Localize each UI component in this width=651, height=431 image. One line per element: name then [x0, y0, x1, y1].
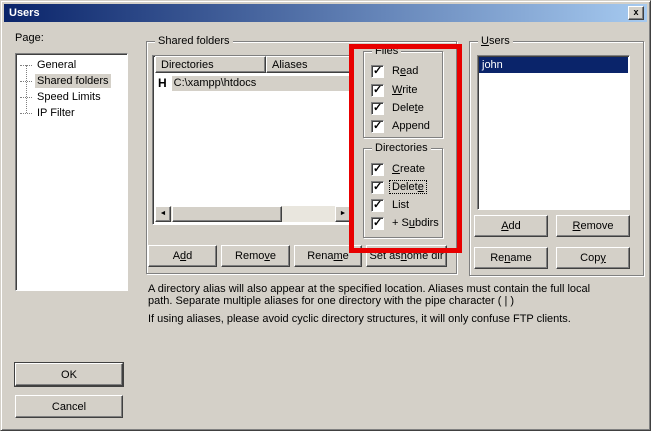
shared-folders-group-label: Shared folders: [155, 35, 233, 47]
page-tree: General Shared folders Speed Limits IP F…: [15, 53, 128, 291]
alias-info-line1: A directory alias will also appear at th…: [148, 283, 590, 295]
tree-item-label: Speed Limits: [35, 90, 103, 104]
copy-user-button[interactable]: Copy: [556, 247, 630, 269]
sidebar-item-general[interactable]: General: [20, 57, 78, 73]
scrollbar-thumb[interactable]: [172, 206, 282, 222]
column-header-directories[interactable]: Directories: [155, 56, 266, 73]
sidebar-item-speed-limits[interactable]: Speed Limits: [20, 89, 103, 105]
directory-path: C:\xampp\htdocs: [172, 76, 351, 91]
window-title: Users: [4, 7, 40, 19]
users-group: Users john Add Remove Rename Copy: [469, 41, 644, 276]
tree-item-label: General: [35, 58, 78, 72]
tree-dash: [20, 113, 32, 114]
rename-user-button[interactable]: Rename: [474, 247, 548, 269]
users-group-label: Users: [478, 35, 513, 47]
add-user-button[interactable]: Add: [474, 215, 548, 237]
tree-dash: [20, 65, 32, 66]
title-bar[interactable]: Users x: [4, 4, 647, 22]
directories-listview: Directories Aliases H C:\xampp\htdocs ◄ …: [152, 55, 354, 225]
horizontal-scrollbar[interactable]: ◄ ►: [155, 206, 351, 222]
tree-item-label-selected: Shared folders: [35, 74, 111, 88]
close-icon[interactable]: x: [628, 6, 644, 20]
user-list-item[interactable]: john: [479, 57, 628, 73]
add-directory-button[interactable]: Add: [148, 245, 217, 267]
remove-user-button[interactable]: Remove: [556, 215, 630, 237]
column-header-aliases[interactable]: Aliases: [266, 56, 351, 73]
ok-button[interactable]: OK: [15, 363, 123, 386]
tree-item-label: IP Filter: [35, 106, 77, 120]
alias-warning-text: If using aliases, please avoid cyclic di…: [148, 313, 571, 325]
remove-directory-button[interactable]: Remove: [221, 245, 290, 267]
scroll-left-icon[interactable]: ◄: [155, 206, 171, 222]
cancel-button[interactable]: Cancel: [15, 395, 123, 418]
directory-row[interactable]: H C:\xampp\htdocs: [155, 75, 351, 91]
users-dialog: Users x Page: General Shared folders Spe…: [0, 0, 651, 431]
sidebar-item-ip-filter[interactable]: IP Filter: [20, 105, 77, 121]
annotation-highlight-rectangle: [349, 44, 462, 253]
alias-info-line2: path. Separate multiple aliases for one …: [148, 295, 514, 307]
users-listbox: john: [477, 55, 630, 210]
page-label: Page:: [15, 32, 44, 44]
sidebar-item-shared-folders[interactable]: Shared folders: [20, 73, 111, 89]
home-flag: H: [155, 76, 172, 90]
tree-dash: [20, 97, 32, 98]
tree-dash: [20, 81, 32, 82]
